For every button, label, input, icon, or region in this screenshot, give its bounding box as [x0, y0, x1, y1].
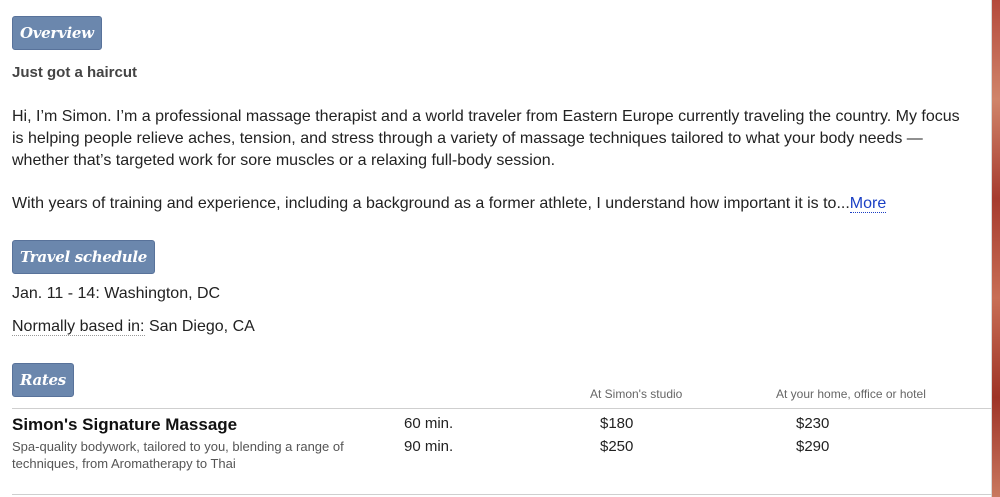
duration-60: 60 min. [404, 415, 454, 432]
rates-section-badge: Rates [12, 363, 74, 397]
service-name: Simon's Signature Massage [12, 415, 238, 434]
studio-price-90: $250 [600, 438, 634, 455]
rates-divider-bottom [12, 494, 992, 495]
bio-paragraph-2: With years of training and experience, i… [12, 193, 972, 215]
overview-section-badge: Overview [12, 16, 102, 50]
travel-entry: Jan. 11 - 14: Washington, DC [12, 285, 221, 302]
home-base-label: Normally based in: [12, 318, 145, 336]
home-base: Normally based in: San Diego, CA [12, 318, 255, 336]
profile-headline: Just got a haircut [12, 64, 138, 81]
home-base-value: San Diego, CA [148, 318, 255, 335]
background-image-strip [992, 0, 1000, 497]
more-link[interactable]: More [849, 195, 887, 213]
bio-paragraph-1: Hi, I’m Simon. I’m a professional massag… [12, 108, 960, 169]
home-price-60: $230 [796, 415, 830, 432]
home-column-header: At your home, office or hotel [776, 387, 926, 401]
bio-paragraph-2-text: With years of training and experience, i… [12, 195, 850, 212]
rates-divider-top [12, 408, 992, 409]
studio-column-header: At Simon's studio [590, 387, 683, 401]
travel-schedule-section-badge: Travel schedule [12, 240, 156, 274]
service-description: Spa-quality bodywork, tailored to you, b… [12, 439, 344, 471]
studio-price-60: $180 [600, 415, 634, 432]
home-price-90: $290 [796, 438, 830, 455]
duration-90: 90 min. [404, 438, 454, 455]
